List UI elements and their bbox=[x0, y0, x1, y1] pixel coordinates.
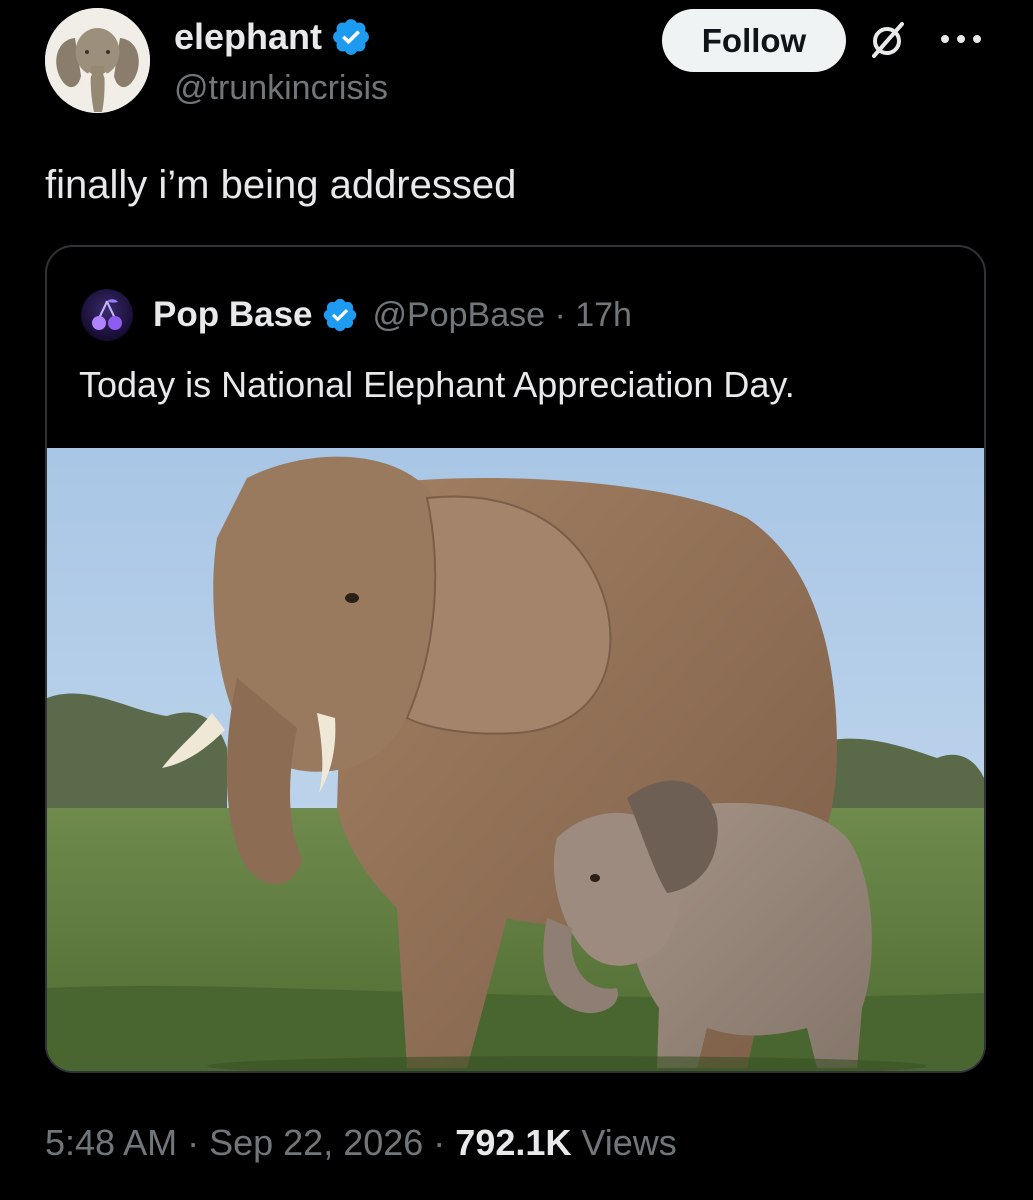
quote-author-handle[interactable]: @PopBase bbox=[373, 296, 546, 335]
quote-separator: · bbox=[545, 295, 576, 334]
grok-icon[interactable] bbox=[866, 18, 910, 62]
verified-badge-icon bbox=[333, 19, 369, 55]
author-name-row[interactable]: elephant bbox=[174, 14, 372, 60]
follow-button[interactable]: Follow bbox=[662, 9, 846, 72]
views-count[interactable]: 792.1K bbox=[455, 1122, 571, 1163]
quoted-tweet-card[interactable]: Pop Base @PopBase · 17h Today is Nationa… bbox=[45, 245, 986, 1073]
tweet-text: finally i’m being addressed bbox=[45, 163, 517, 207]
cherries-logo-icon bbox=[81, 289, 133, 341]
quote-avatar[interactable] bbox=[81, 289, 133, 341]
author-handle[interactable]: @trunkincrisis bbox=[174, 66, 388, 110]
more-options-icon[interactable] bbox=[936, 26, 986, 52]
views-label: Views bbox=[571, 1122, 677, 1163]
author-avatar[interactable] bbox=[45, 8, 150, 113]
tweet-date[interactable]: Sep 22, 2026 bbox=[209, 1122, 423, 1163]
author-name[interactable]: elephant bbox=[174, 14, 322, 60]
quote-author-name[interactable]: Pop Base bbox=[153, 295, 313, 335]
quote-media-photo[interactable] bbox=[47, 448, 984, 1071]
verified-badge-icon bbox=[323, 298, 356, 332]
quote-timestamp[interactable]: 17h bbox=[575, 296, 632, 335]
tweet-meta-row: 5:48 AM · Sep 22, 2026 · 792.1K Views bbox=[45, 1120, 677, 1166]
quote-header[interactable]: Pop Base @PopBase · 17h bbox=[153, 291, 632, 339]
elephant-avatar-image bbox=[45, 8, 150, 113]
tweet-time[interactable]: 5:48 AM bbox=[45, 1122, 177, 1163]
meta-separator: · bbox=[177, 1122, 210, 1163]
quote-text: Today is National Elephant Appreciation … bbox=[79, 364, 795, 405]
meta-separator: · bbox=[423, 1122, 456, 1163]
